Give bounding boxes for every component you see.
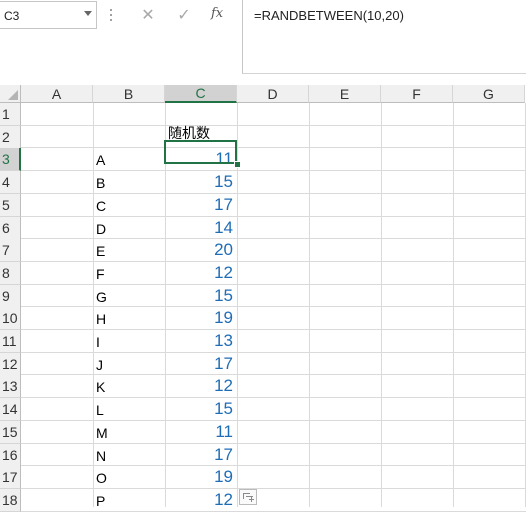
cell-c5[interactable]: 17 (165, 195, 233, 215)
cell-c14[interactable]: 15 (165, 399, 233, 419)
name-box-value: C3 (4, 9, 20, 23)
row-header-11[interactable]: 11 (0, 330, 21, 353)
toolbar-gap (0, 74, 526, 85)
gridline-horizontal (21, 465, 526, 467)
cell-b17[interactable]: O (96, 470, 107, 486)
formula-bar[interactable]: =RANDBETWEEN(10,20) (242, 0, 526, 74)
gridline-horizontal (21, 442, 526, 444)
gridline-horizontal (21, 351, 526, 353)
column-header-g[interactable]: G (453, 85, 525, 103)
row-header-10[interactable]: 10 (0, 307, 21, 331)
row-header-15[interactable]: 15 (0, 420, 21, 444)
cell-c4[interactable]: 15 (165, 172, 233, 192)
grip-icon[interactable] (110, 9, 113, 21)
gridline-horizontal (21, 170, 526, 172)
column-header-d[interactable]: D (237, 85, 309, 103)
cell-b11[interactable]: I (96, 334, 100, 350)
cell-c16[interactable]: 17 (165, 445, 233, 465)
formula-toolbar: C3 ✕ ✓ fx =RANDBETWEEN(10,20) (0, 0, 526, 74)
cell-c8[interactable]: 12 (165, 263, 233, 283)
cell-b12[interactable]: J (96, 357, 103, 373)
gridline-horizontal (21, 260, 526, 262)
gridline-horizontal (21, 192, 526, 194)
column-header-c[interactable]: C (165, 85, 237, 103)
cell-b16[interactable]: N (96, 448, 106, 464)
gridline-horizontal (21, 329, 526, 330)
chevron-down-icon[interactable] (84, 11, 92, 16)
gridline-horizontal (21, 124, 526, 126)
row-header-12[interactable]: 12 (0, 352, 21, 376)
gridline-horizontal (21, 510, 526, 512)
cell-c15[interactable]: 11 (165, 422, 233, 442)
cell-b7[interactable]: E (96, 243, 105, 259)
cell-b10[interactable]: H (96, 311, 106, 327)
cell-c11[interactable]: 13 (165, 331, 233, 351)
cell-b4[interactable]: B (96, 175, 105, 191)
cell-b3[interactable]: A (96, 152, 105, 168)
gridline-horizontal (21, 147, 526, 149)
cell-c17[interactable]: 19 (165, 467, 233, 487)
row-header-6[interactable]: 6 (0, 216, 21, 240)
gridline-horizontal (21, 487, 526, 489)
column-header-b[interactable]: B (93, 85, 165, 103)
gridline-vertical (453, 103, 454, 507)
column-header-e[interactable]: E (309, 85, 381, 103)
select-all-button[interactable] (0, 85, 21, 103)
cell-c12[interactable]: 17 (165, 354, 233, 374)
row-header-8[interactable]: 8 (0, 261, 21, 285)
enter-icon[interactable]: ✓ (172, 3, 196, 27)
row-header-2[interactable]: 2 (0, 125, 21, 149)
fill-handle[interactable] (234, 161, 241, 168)
cell-b14[interactable]: L (96, 402, 104, 418)
cell-c10[interactable]: 19 (165, 308, 233, 328)
gridline-vertical (309, 103, 310, 507)
formula-text: =RANDBETWEEN(10,20) (254, 8, 404, 23)
row-header-16[interactable]: 16 (0, 443, 21, 467)
cell-b15[interactable]: M (96, 425, 108, 441)
cancel-icon[interactable]: ✕ (136, 3, 160, 27)
active-cell-border (164, 140, 237, 164)
gridline-horizontal (21, 306, 526, 308)
quick-analysis-icon[interactable] (239, 489, 257, 505)
cell-b5[interactable]: C (96, 198, 106, 214)
cell-b8[interactable]: F (96, 266, 105, 282)
gridline-horizontal (21, 374, 526, 376)
cell-c6[interactable]: 14 (165, 218, 233, 238)
gridline-horizontal (21, 283, 526, 285)
row-header-7[interactable]: 7 (0, 239, 21, 263)
cell-c13[interactable]: 12 (165, 376, 233, 396)
gridline-vertical (381, 103, 382, 507)
column-header-f[interactable]: F (381, 85, 453, 103)
row-header-18[interactable]: 18 (0, 488, 21, 512)
row-header-17[interactable]: 17 (0, 466, 21, 490)
column-header-a[interactable]: A (21, 85, 93, 103)
row-header-9[interactable]: 9 (0, 284, 21, 308)
gridline-horizontal (21, 397, 526, 399)
triangle-icon (8, 90, 18, 100)
name-box[interactable]: C3 (0, 1, 97, 29)
row-header-3[interactable]: 3 (0, 148, 21, 172)
cell-c7[interactable]: 20 (165, 240, 233, 260)
cell-b13[interactable]: K (96, 379, 105, 395)
gridline-horizontal (21, 215, 526, 217)
insert-function-icon[interactable]: fx (211, 6, 223, 21)
gridline-vertical (93, 103, 94, 507)
cell-c9[interactable]: 15 (165, 286, 233, 306)
row-header-13[interactable]: 13 (0, 375, 21, 399)
row-header-14[interactable]: 14 (0, 398, 21, 422)
cell-b18[interactable]: P (96, 493, 105, 509)
row-header-4[interactable]: 4 (0, 171, 21, 195)
gridline-horizontal (21, 238, 526, 240)
row-header-1[interactable]: 1 (0, 103, 21, 126)
cell-b9[interactable]: G (96, 289, 107, 305)
row-header-5[interactable]: 5 (0, 193, 21, 217)
cell-b6[interactable]: D (96, 221, 106, 237)
gridline-horizontal (21, 419, 526, 421)
